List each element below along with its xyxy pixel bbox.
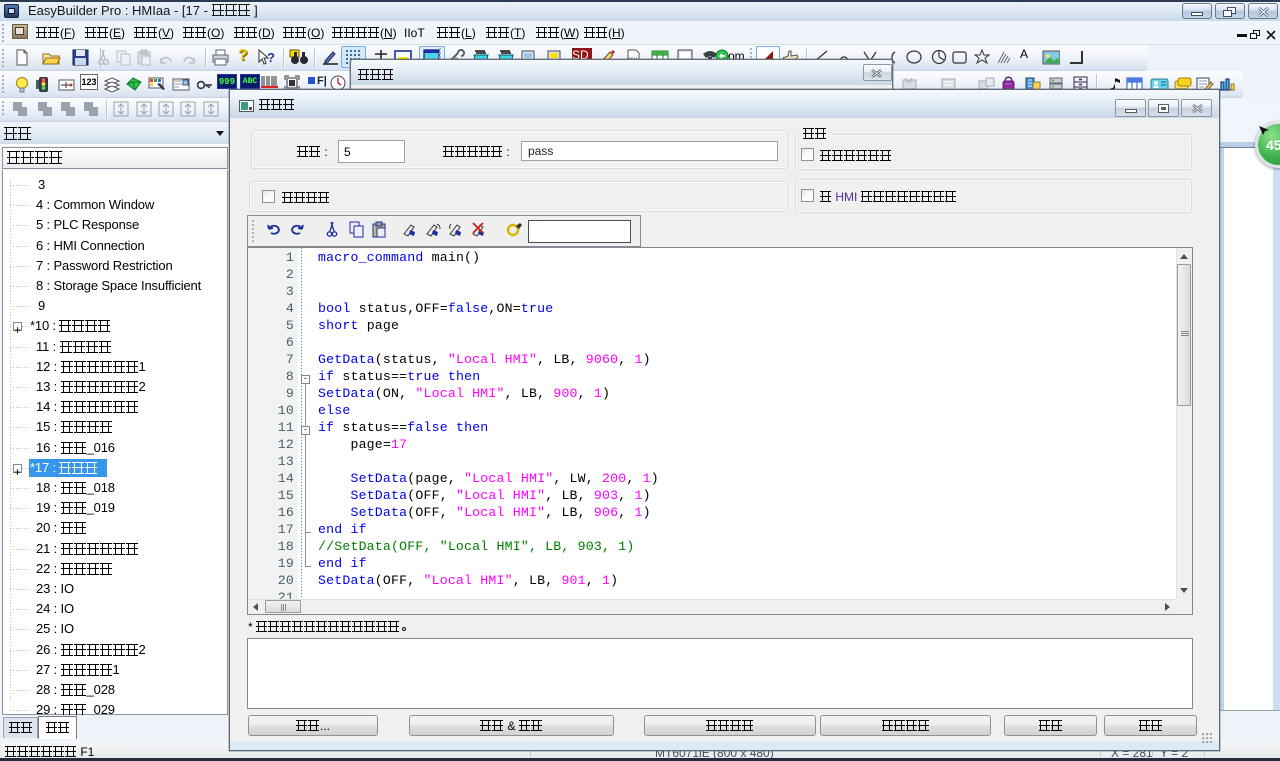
svg-text:?: ? <box>267 50 275 65</box>
